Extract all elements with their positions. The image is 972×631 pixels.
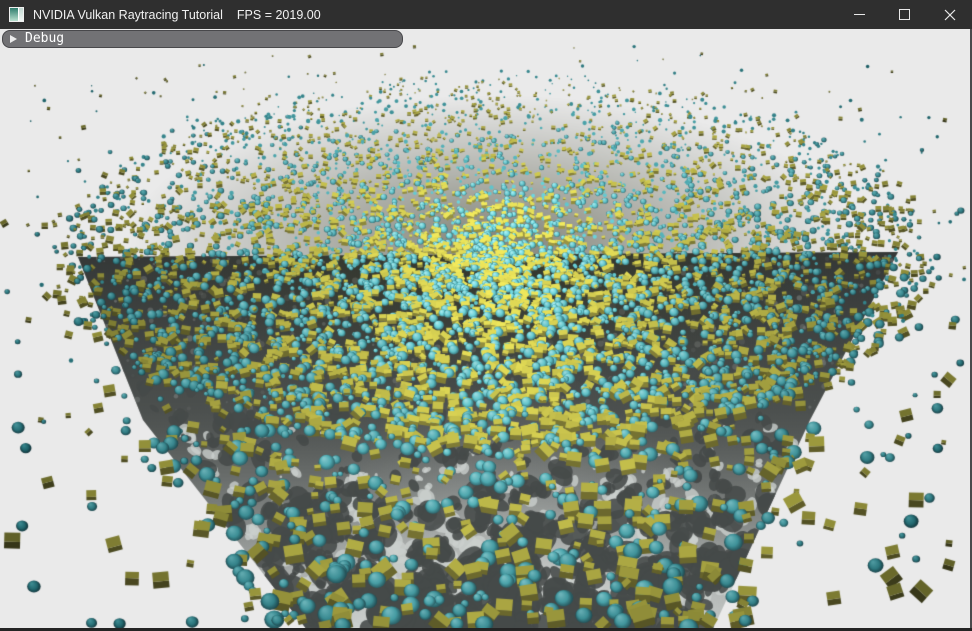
close-icon xyxy=(944,9,956,21)
app-window: NVIDIA Vulkan Raytracing Tutorial FPS = … xyxy=(0,0,972,631)
render-viewport[interactable] xyxy=(0,29,972,631)
maximize-button[interactable] xyxy=(882,0,927,29)
title-bar: NVIDIA Vulkan Raytracing Tutorial FPS = … xyxy=(0,0,972,29)
close-button[interactable] xyxy=(927,0,972,29)
maximize-icon xyxy=(899,9,910,20)
minimize-button[interactable] xyxy=(837,0,882,29)
debug-header-label: Debug xyxy=(25,31,64,47)
window-controls xyxy=(837,0,972,29)
app-window-icon xyxy=(9,7,24,22)
minimize-icon xyxy=(854,14,865,15)
app-icon-right-pane xyxy=(18,8,23,21)
debug-collapsing-header[interactable]: Debug xyxy=(2,30,403,48)
app-icon-left-pane xyxy=(10,8,18,21)
triangle-right-icon xyxy=(10,35,17,43)
fps-counter: FPS = 2019.00 xyxy=(237,8,321,22)
window-title: NVIDIA Vulkan Raytracing Tutorial xyxy=(33,8,223,22)
